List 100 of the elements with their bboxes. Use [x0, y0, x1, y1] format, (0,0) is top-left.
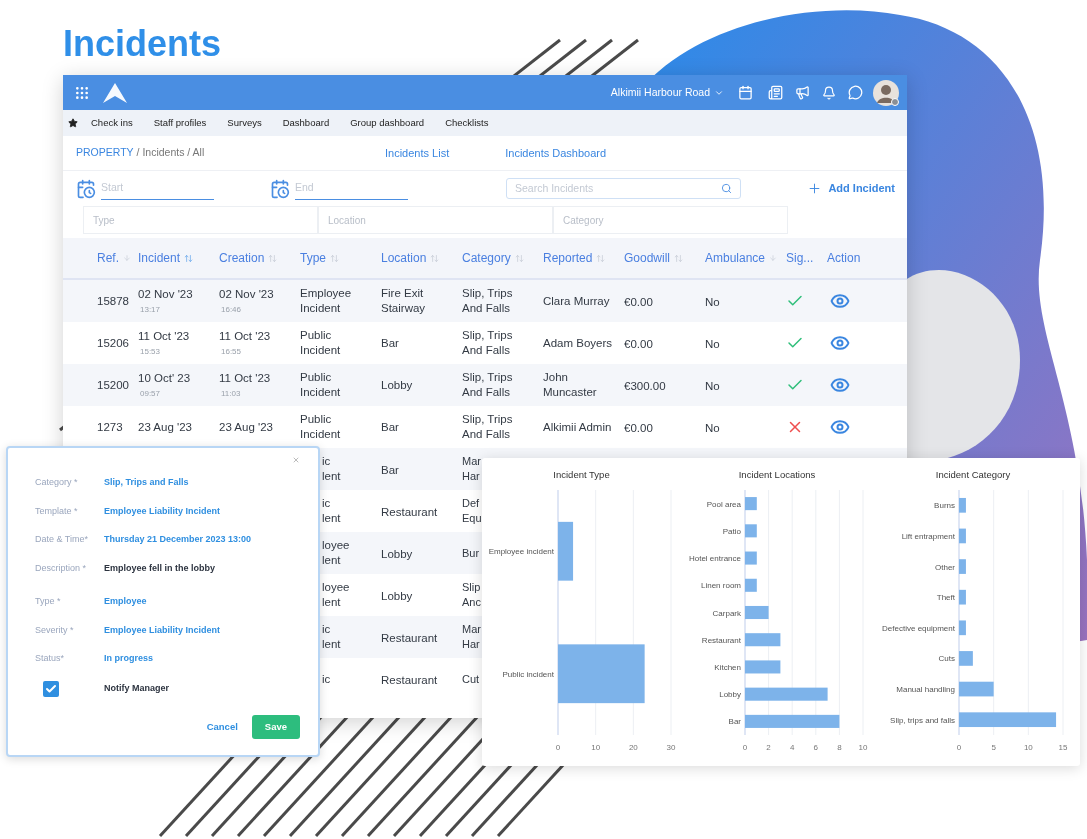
field-value[interactable]: Employee: [104, 595, 147, 609]
field-label: Severity *: [35, 623, 75, 637]
calendar-icon[interactable]: [738, 85, 753, 100]
category-label: Carpark: [712, 608, 741, 618]
column-header[interactable]: Incident: [138, 249, 181, 267]
time-text: 15:53: [139, 345, 162, 358]
category-label: Employee incident: [488, 547, 554, 557]
field-value[interactable]: Employee fell in the lobby: [104, 561, 216, 575]
end-date-field[interactable]: End: [295, 177, 408, 200]
column-header[interactable]: Action: [827, 249, 861, 267]
table-cell-text: Public Incident: [300, 370, 342, 400]
filter-select[interactable]: Type: [83, 206, 318, 234]
field-label: Date & Time*: [35, 533, 90, 546]
column-header[interactable]: Reported: [543, 249, 593, 267]
category-label: Patio: [722, 527, 741, 537]
view-icon[interactable]: [828, 291, 852, 311]
column-header[interactable]: Sig...: [786, 249, 814, 267]
field-value[interactable]: In progress: [104, 652, 153, 666]
nav-link[interactable]: Group dashboard: [350, 115, 425, 131]
nav-link[interactable]: Surveys: [227, 115, 262, 131]
category-label: Cuts: [938, 654, 955, 664]
avatar[interactable]: [873, 79, 899, 106]
calendar-clock-icon[interactable]: [76, 178, 96, 199]
nav-link[interactable]: Check ins: [91, 115, 133, 131]
search-icon[interactable]: [721, 183, 732, 194]
nav-link[interactable]: Checklists: [445, 115, 489, 131]
bar: [959, 559, 966, 575]
view-icon[interactable]: [828, 333, 852, 353]
bell-icon[interactable]: [822, 85, 836, 100]
table-cell-text: Fire Exit Stairway: [381, 286, 427, 316]
time-text: 11:03: [220, 387, 242, 400]
check-icon: [45, 682, 57, 695]
table-cell-text: 1273: [97, 419, 124, 435]
star-icon[interactable]: [68, 118, 78, 128]
table-cell-text: Slip, Trips And Falls: [462, 370, 514, 400]
table-cell-text: 23 Aug '23: [219, 419, 274, 435]
time-text: 13:17: [139, 303, 162, 316]
tab[interactable]: Incidents List: [385, 144, 450, 162]
close-icon[interactable]: [292, 456, 300, 464]
field-value[interactable]: Thursday 21 December 2023 13:00: [104, 533, 252, 547]
table-cell: Mar Har: [462, 622, 482, 652]
column-header[interactable]: Category: [462, 249, 511, 267]
cancel-button[interactable]: Cancel: [206, 719, 238, 734]
time-text: 16:46: [220, 303, 243, 316]
nav-link[interactable]: Staff profiles: [153, 115, 207, 131]
breadcrumb-link[interactable]: PROPERTY: [76, 145, 134, 161]
column-header[interactable]: Creation: [219, 249, 265, 267]
category-label: Public incident: [502, 670, 554, 679]
table-cell-text: Lobby: [381, 377, 414, 393]
search-field[interactable]: Search Incidents: [506, 178, 741, 199]
column-header[interactable]: Ambulance: [705, 249, 766, 267]
add-incident-button[interactable]: Add Incident: [807, 180, 895, 197]
filter-select[interactable]: Location: [318, 206, 553, 234]
table-cell: €0.00: [624, 422, 653, 434]
column-header[interactable]: Type: [300, 249, 326, 267]
column-header[interactable]: Location: [381, 249, 427, 267]
filter-select[interactable]: Category: [553, 206, 788, 234]
bar: [745, 524, 757, 538]
table-cell: No: [705, 422, 720, 434]
table-cell-text: Public Incident: [300, 328, 342, 358]
newspaper-icon[interactable]: [768, 85, 783, 100]
bar: [745, 606, 769, 620]
table-cell: Lobby: [381, 548, 413, 560]
apps-icon[interactable]: [74, 84, 90, 101]
table-cell: Restaurant: [381, 632, 438, 644]
calendar-clock-icon[interactable]: [270, 178, 290, 199]
field-value[interactable]: Slip, Trips and Falls: [104, 476, 189, 490]
table-cell-text: Slip, Trips And Falls: [462, 286, 514, 316]
search-input[interactable]: Search Incidents: [515, 180, 721, 197]
start-date-field[interactable]: Start: [101, 177, 214, 200]
chat-icon[interactable]: [848, 85, 863, 100]
bar: [959, 651, 973, 667]
column-header[interactable]: Ref.: [97, 249, 119, 267]
view-icon[interactable]: [828, 375, 852, 395]
field-value[interactable]: Employee Liability Incident: [104, 623, 221, 637]
category-label: Lift entrapment: [901, 532, 955, 542]
field-value[interactable]: Employee Liability Incident: [104, 504, 221, 518]
field-label: Description *: [35, 561, 88, 575]
tick-label: 0: [956, 743, 962, 753]
table-cell-text: ic lent: [322, 496, 342, 526]
category-label: Slip, trips and falls: [890, 715, 955, 725]
tab[interactable]: Incidents Dashboard: [505, 144, 607, 162]
bar: [959, 590, 966, 605]
megaphone-icon[interactable]: [795, 85, 810, 100]
chart-title: Incident Category: [935, 468, 1011, 482]
column-header[interactable]: Goodwill: [624, 249, 671, 267]
view-icon[interactable]: [828, 417, 852, 437]
plus-icon: [807, 181, 823, 196]
table-cell: Def Equ: [462, 496, 482, 526]
property-selector[interactable]: Alkimii Harbour Road: [610, 84, 724, 101]
table-cell-text: Public Incident: [300, 412, 342, 442]
nav-link[interactable]: Dashboard: [282, 115, 330, 131]
table-cell: No: [705, 338, 720, 350]
table-cell-text: John Muncaster: [543, 370, 598, 400]
breadcrumb-text: / Incidents / All: [136, 145, 205, 161]
time-text: 16:55: [220, 345, 243, 358]
sort-icon[interactable]: [184, 253, 194, 263]
save-button[interactable]: Save: [251, 714, 300, 739]
logo-icon[interactable]: [102, 81, 128, 104]
checkbox[interactable]: [43, 680, 59, 697]
